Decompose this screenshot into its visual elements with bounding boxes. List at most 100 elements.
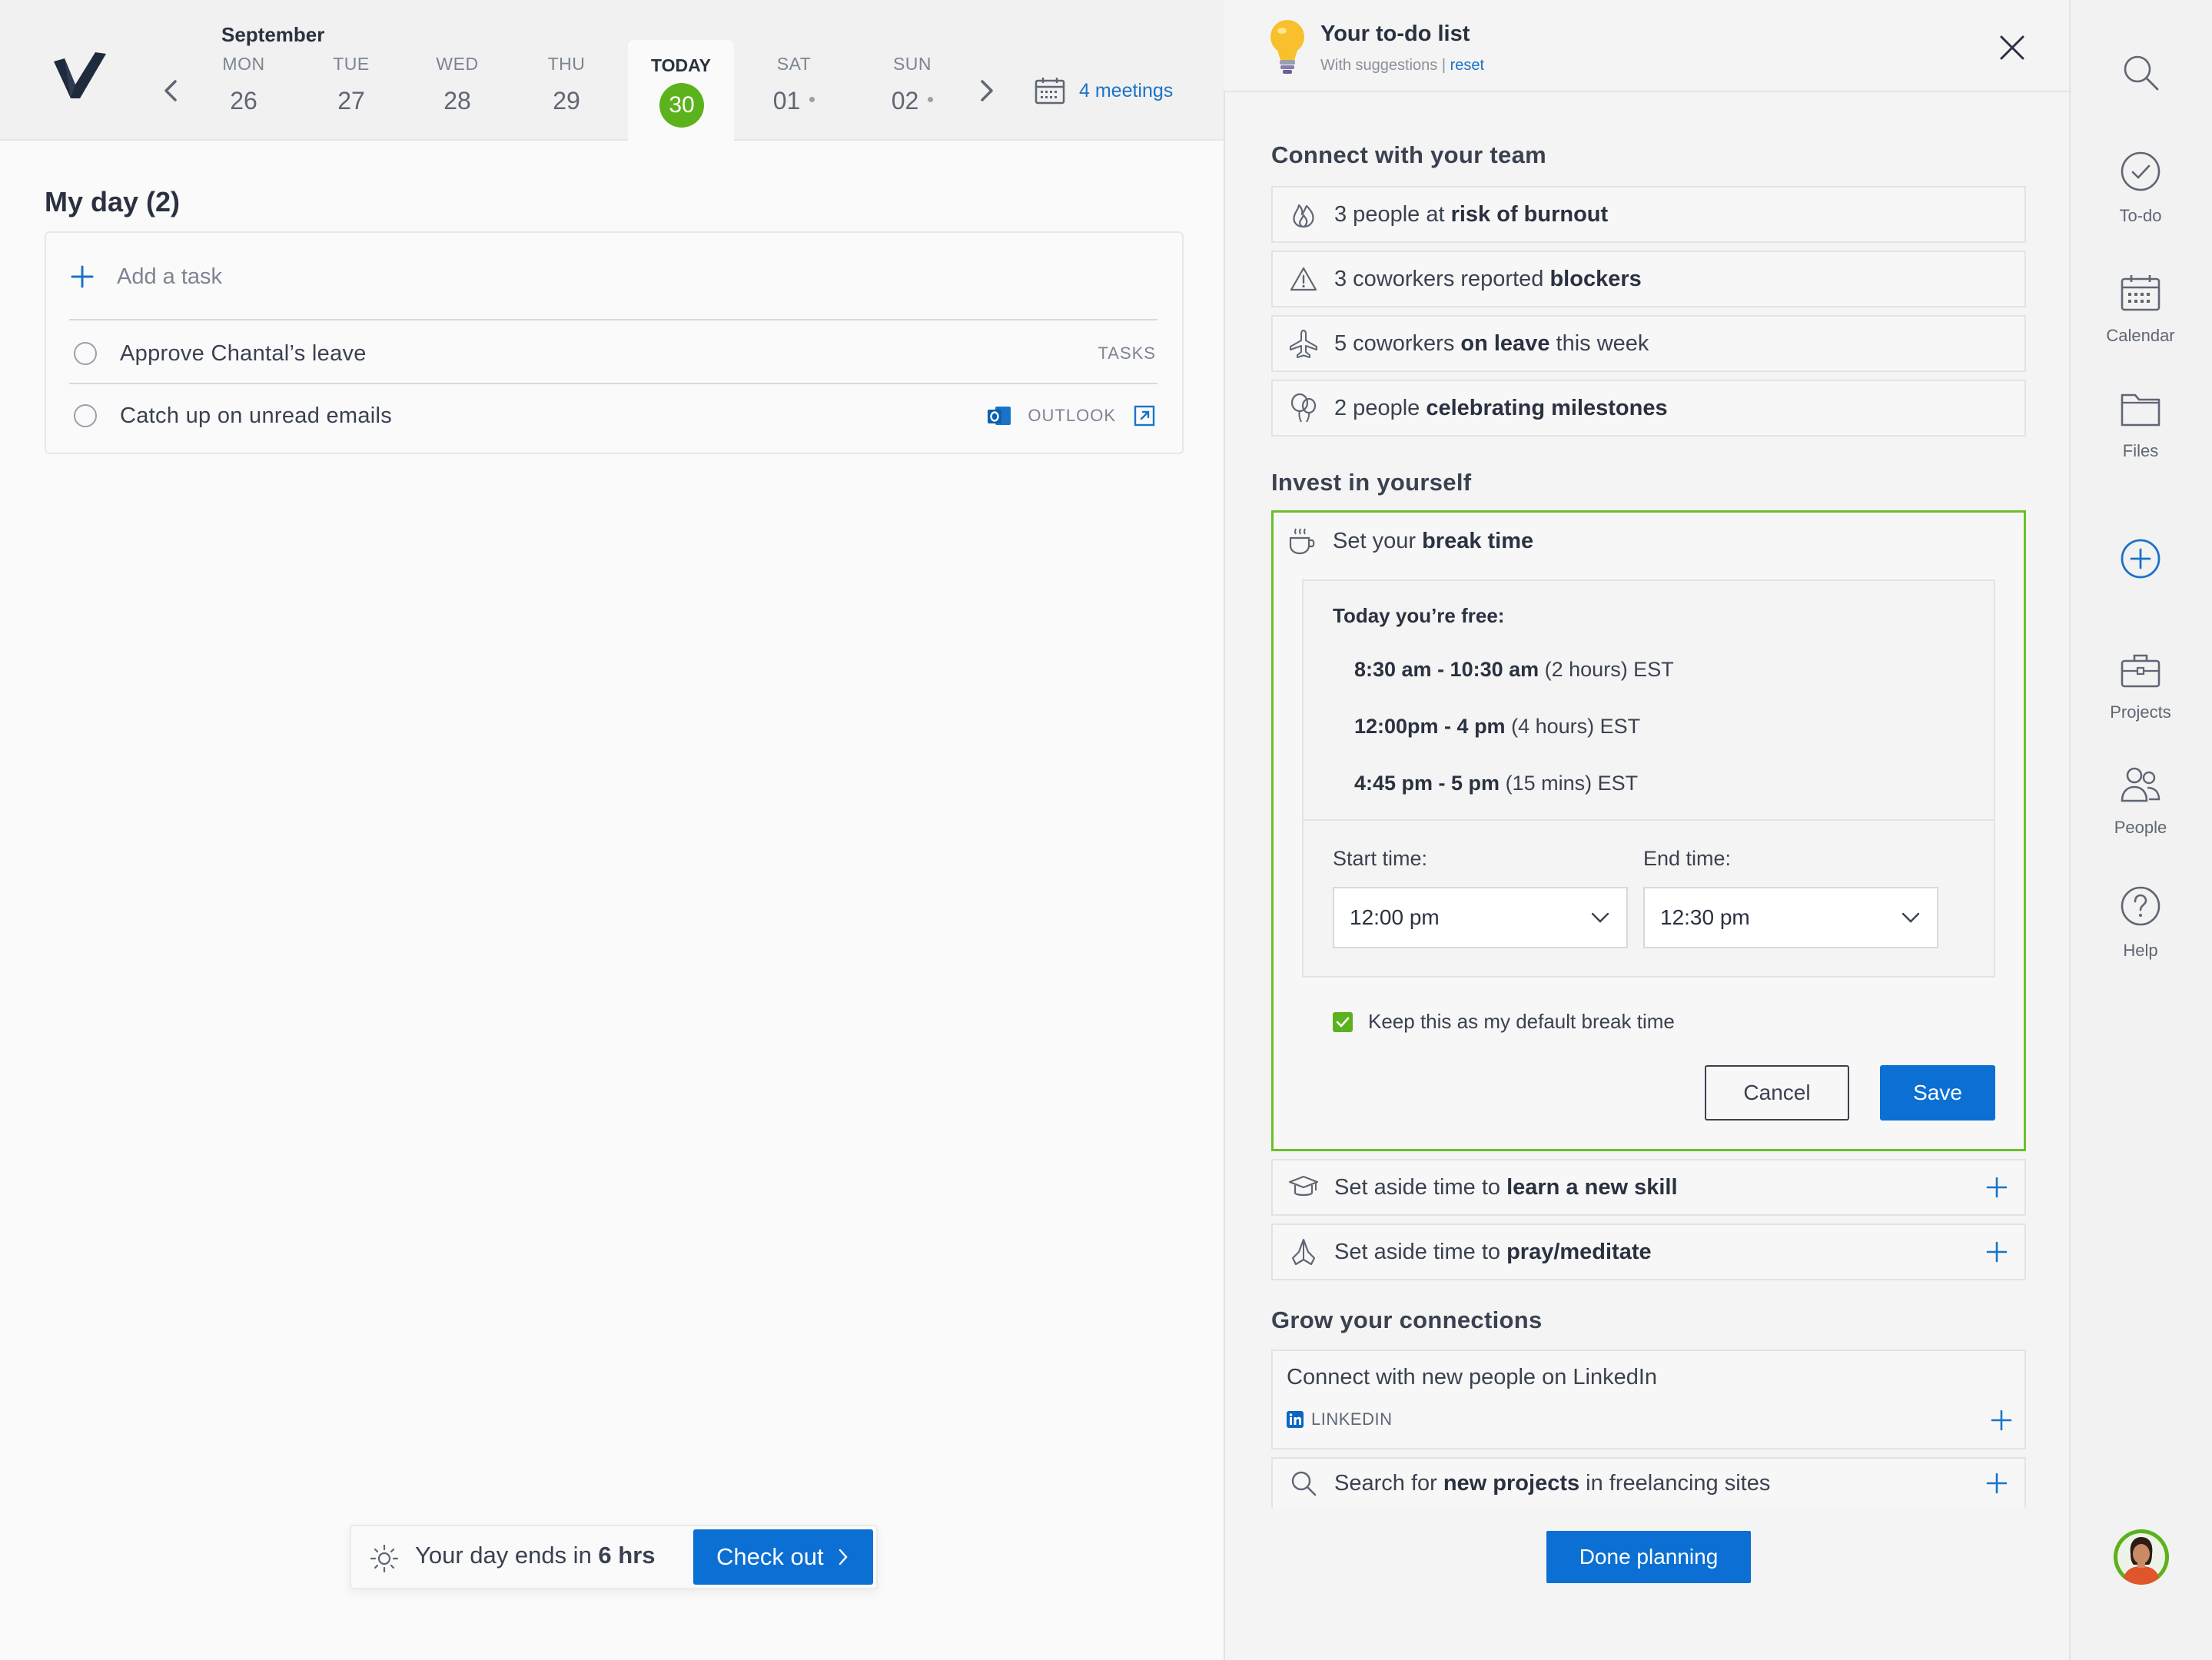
- suggestion-text: 2 people celebrating milestones: [1334, 396, 2024, 421]
- section-title-grow: Grow your connections: [1271, 1306, 1543, 1333]
- airplane-icon: [1290, 330, 1317, 358]
- default-break-checkbox-row[interactable]: Keep this as my default break time: [1333, 1010, 1675, 1034]
- briefcase-icon: [2121, 654, 2161, 688]
- suggestion-pray-meditate[interactable]: Set aside time to pray/meditate: [1271, 1223, 2026, 1280]
- suggestion-milestones[interactable]: 2 people celebrating milestones: [1271, 380, 2026, 437]
- day-wed[interactable]: WED 28: [411, 54, 503, 115]
- check-out-button[interactable]: Check out: [693, 1529, 873, 1585]
- day-ends-hours: 6 hrs: [598, 1542, 656, 1569]
- day-mon[interactable]: MON 26: [198, 54, 290, 115]
- day-name: TUE: [333, 54, 370, 74]
- end-time-value: 12:30 pm: [1660, 905, 1750, 929]
- close-icon[interactable]: [1998, 34, 2026, 65]
- cancel-button[interactable]: Cancel: [1705, 1065, 1849, 1120]
- task-title: Catch up on unread emails: [120, 403, 393, 428]
- add-plus-icon[interactable]: [1986, 1177, 2008, 1198]
- balloon-icon: [1290, 393, 1317, 423]
- app-logo[interactable]: [52, 51, 108, 100]
- save-button[interactable]: Save: [1880, 1065, 1995, 1120]
- month-label: September: [221, 23, 325, 46]
- sun-icon: [369, 1543, 400, 1578]
- nav-projects[interactable]: Projects: [2069, 652, 2212, 722]
- end-time-label: End time:: [1643, 847, 1732, 870]
- suggestion-leave[interactable]: 5 coworkers on leave this week: [1271, 315, 2026, 372]
- reset-link[interactable]: reset: [1450, 57, 1484, 74]
- task-checkbox[interactable]: [74, 404, 97, 427]
- nav-search[interactable]: [2069, 52, 2212, 92]
- suggestion-freelance-search[interactable]: Search for new projects in freelancing s…: [1271, 1457, 2026, 1508]
- nav-label: Files: [2122, 441, 2159, 460]
- today-date-badge[interactable]: 30: [659, 83, 704, 128]
- end-time-select[interactable]: 12:30 pm: [1643, 887, 1938, 948]
- day-tue[interactable]: TUE 27: [305, 54, 397, 115]
- prev-week-arrow-icon[interactable]: [157, 75, 188, 106]
- task-row[interactable]: Approve Chantal’s leave TASKS: [71, 330, 1156, 377]
- suggestion-burnout[interactable]: 3 people at risk of burnout: [1271, 186, 2026, 243]
- text-pre: Set aside time to: [1334, 1174, 1507, 1200]
- suggestion-learn-skill[interactable]: Set aside time to learn a new skill: [1271, 1159, 2026, 1216]
- free-slot[interactable]: 4:45 pm - 5 pm (15 mins) EST: [1354, 772, 1638, 795]
- nav-todo[interactable]: To-do: [2069, 151, 2212, 226]
- praying-hands-icon: [1291, 1238, 1316, 1266]
- day-sat[interactable]: SAT 01: [748, 54, 840, 115]
- day-number: 02: [891, 87, 919, 115]
- meetings-link[interactable]: 4 meetings: [1035, 75, 1173, 106]
- day-name: THU: [547, 54, 586, 74]
- divider: [69, 383, 1157, 384]
- day-sun[interactable]: SUN 02: [866, 54, 958, 115]
- start-time-value: 12:00 pm: [1350, 905, 1440, 929]
- text-bold: new projects: [1443, 1470, 1580, 1496]
- nav-add[interactable]: [2069, 538, 2212, 579]
- nav-label: Projects: [2110, 702, 2171, 722]
- free-slot[interactable]: 8:30 am - 10:30 am (2 hours) EST: [1354, 658, 1674, 682]
- nav-files[interactable]: Files: [2069, 392, 2212, 461]
- user-avatar[interactable]: [2114, 1529, 2169, 1585]
- section-title-team: Connect with your team: [1271, 141, 1546, 168]
- lightbulb-icon: [1268, 18, 1307, 79]
- day-number: 27: [337, 87, 365, 115]
- linkedin-label: LINKEDIN: [1311, 1409, 1393, 1429]
- nav-label: Help: [2123, 941, 2158, 960]
- task-source-label: OUTLOOK: [1028, 406, 1116, 425]
- break-time-header[interactable]: Set your break time: [1287, 524, 1533, 558]
- add-task-button[interactable]: Add a task: [71, 260, 222, 294]
- task-row[interactable]: Catch up on unread emails OUTLOOK: [71, 393, 1156, 439]
- slot-duration: (2 hours) EST: [1539, 658, 1674, 681]
- linkedin-icon: [1287, 1411, 1304, 1428]
- nav-help[interactable]: Help: [2069, 885, 2212, 961]
- nav-calendar[interactable]: Calendar: [2069, 274, 2212, 346]
- linkedin-badge: LINKEDIN: [1287, 1409, 1392, 1429]
- day-name: SUN: [892, 54, 932, 74]
- text-bold: celebrating milestones: [1426, 395, 1668, 420]
- text-bold: pray/meditate: [1506, 1239, 1652, 1264]
- add-plus-icon[interactable]: [1991, 1409, 2012, 1435]
- add-plus-icon[interactable]: [1986, 1241, 2008, 1263]
- check-icon: [1336, 1017, 1350, 1028]
- free-heading: Today you’re free:: [1333, 604, 1505, 627]
- day-number: 26: [230, 87, 257, 115]
- add-plus-icon[interactable]: [1986, 1472, 2008, 1494]
- my-day-title: My day (2): [45, 186, 181, 217]
- suggestion-text: Search for new projects in freelancing s…: [1334, 1471, 1986, 1496]
- task-checkbox[interactable]: [74, 342, 97, 365]
- done-planning-button[interactable]: Done planning: [1546, 1531, 1751, 1583]
- free-slot[interactable]: 12:00pm - 4 pm (4 hours) EST: [1354, 715, 1640, 739]
- folder-icon: [2121, 393, 2161, 427]
- start-time-select[interactable]: 12:00 pm: [1333, 887, 1628, 948]
- default-break-checkbox[interactable]: [1333, 1011, 1353, 1032]
- external-link-icon[interactable]: [1133, 404, 1156, 427]
- nav-people[interactable]: People: [2069, 765, 2212, 838]
- section-title-invest: Invest in yourself: [1271, 469, 1472, 496]
- nav-label: To-do: [2119, 206, 2162, 225]
- calendar-icon: [2121, 275, 2161, 311]
- todo-subtitle-text: With suggestions |: [1320, 57, 1450, 74]
- text-bold: break time: [1422, 528, 1534, 553]
- next-week-arrow-icon[interactable]: [970, 75, 1001, 106]
- search-icon: [2124, 55, 2159, 91]
- suggestion-blockers[interactable]: 3 coworkers reported blockers: [1271, 251, 2026, 307]
- day-name: MON: [222, 54, 265, 74]
- text-bold: on leave: [1460, 330, 1550, 356]
- todo-title: Your to-do list: [1320, 22, 1470, 46]
- day-thu[interactable]: THU 29: [520, 54, 613, 115]
- text-post: this week: [1549, 330, 1649, 356]
